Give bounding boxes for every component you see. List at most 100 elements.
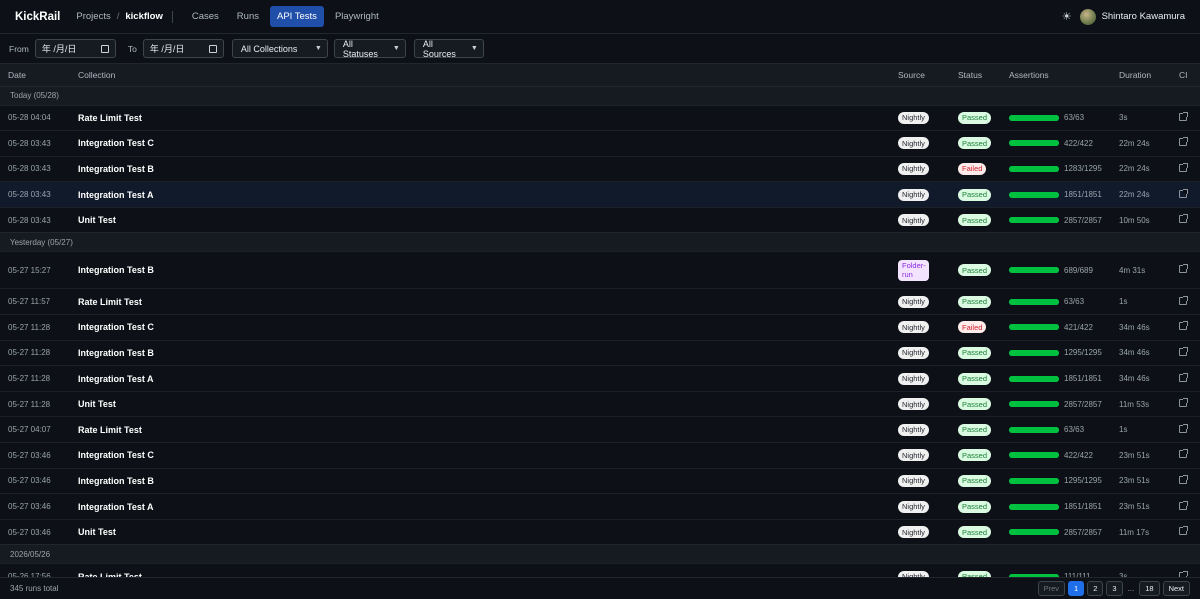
external-link-icon[interactable] <box>1179 474 1188 484</box>
external-link-icon[interactable] <box>1179 449 1188 459</box>
table-row[interactable]: 05-27 03:46 Integration Test B Nightly Pass… <box>0 467 1200 494</box>
assertions-progress-bar <box>1009 529 1059 536</box>
table-row[interactable]: 05-27 04:07 Rate Limit Test Nightly Passed 6… <box>0 416 1200 443</box>
avatar[interactable] <box>1079 8 1096 25</box>
external-link-icon[interactable] <box>1179 137 1188 147</box>
page-button-2[interactable]: 2 <box>1087 581 1104 596</box>
table-row[interactable]: 05-27 11:28 Integration Test C Nightly Fail… <box>0 314 1200 341</box>
table-row[interactable]: 05-28 03:43 Integration Test C Nightly Pass… <box>0 130 1200 157</box>
table-row[interactable]: 05-27 11:28 Integration Test A Nightly Pass… <box>0 365 1200 392</box>
external-link-icon[interactable] <box>1179 295 1188 305</box>
run-collection[interactable]: Rate Limit Test <box>70 288 890 315</box>
run-collection[interactable]: Integration Test B <box>70 339 890 366</box>
run-collection[interactable]: Rate Limit Test <box>70 563 890 577</box>
run-collection[interactable]: Integration Test C <box>70 314 890 341</box>
theme-toggle-icon[interactable]: ☀ <box>1062 10 1072 23</box>
table-row[interactable]: 05-27 03:46 Integration Test A Nightly Pass… <box>0 493 1200 520</box>
col-collection[interactable]: Collection <box>70 64 890 86</box>
run-collection[interactable]: Integration Test B <box>70 467 890 494</box>
run-collection[interactable]: Rate Limit Test <box>70 416 890 443</box>
table-row[interactable]: 05-27 03:46 Integration Test C Nightly Pass… <box>0 442 1200 469</box>
col-date[interactable]: Date <box>0 64 70 86</box>
table-row[interactable]: 05-28 03:43 Unit Test Nightly Passed 2857/28… <box>0 206 1200 233</box>
table-row[interactable]: 05-28 03:43 Integration Test A Nightly Pass… <box>0 181 1200 208</box>
external-link-icon[interactable] <box>1179 214 1188 224</box>
run-collection[interactable]: Integration Test A <box>70 365 890 392</box>
ci-cell <box>1171 314 1200 341</box>
ci-cell <box>1171 288 1200 315</box>
external-link-icon[interactable] <box>1179 321 1188 331</box>
external-link-icon[interactable] <box>1179 500 1188 510</box>
nav-runs[interactable]: Runs <box>230 6 266 27</box>
page-button-last[interactable]: 18 <box>1139 581 1160 596</box>
source-cell: Nightly <box>890 339 950 366</box>
table-row[interactable]: 05-28 04:04 Rate Limit Test Nightly Passed 6… <box>0 104 1200 131</box>
assertions-cell: 1283/1295 <box>1001 155 1111 182</box>
external-link-icon[interactable] <box>1179 111 1188 121</box>
external-link-icon[interactable] <box>1179 264 1188 274</box>
table-row[interactable]: 05-27 11:28 Integration Test B Nightly Pass… <box>0 339 1200 366</box>
page-button-3[interactable]: 3 <box>1106 581 1123 596</box>
run-duration: 23m 51s <box>1111 442 1171 469</box>
sources-select[interactable]: All Sources ▼ <box>413 39 484 59</box>
table-row[interactable]: 05-28 03:43 Integration Test B Nightly Fail… <box>0 155 1200 182</box>
nav-playwright[interactable]: Playwright <box>328 6 386 27</box>
statuses-select[interactable]: All Statuses ▼ <box>333 39 406 59</box>
to-date-input[interactable]: 年 /月/日 <box>142 39 224 58</box>
page-button-1[interactable]: 1 <box>1068 581 1085 596</box>
run-collection[interactable]: Rate Limit Test <box>70 104 890 131</box>
ci-cell <box>1171 390 1200 417</box>
calendar-icon[interactable] <box>100 44 109 53</box>
table-row[interactable]: 05-27 11:57 Rate Limit Test Nightly Passed 6… <box>0 288 1200 315</box>
source-cell: Nightly <box>890 104 950 131</box>
assertions-progress-fill <box>1009 401 1059 408</box>
assertions-progress-fill <box>1009 426 1059 433</box>
nav-cases[interactable]: Cases <box>185 6 226 27</box>
col-assertions[interactable]: Assertions <box>1001 64 1111 86</box>
run-collection[interactable]: Unit Test <box>70 206 890 233</box>
external-link-icon[interactable] <box>1179 162 1188 172</box>
calendar-icon[interactable] <box>208 44 217 53</box>
col-status[interactable]: Status <box>950 64 1001 86</box>
external-link-icon[interactable] <box>1179 526 1188 536</box>
table-row[interactable]: 05-27 03:46 Unit Test Nightly Passed 2857/28… <box>0 518 1200 545</box>
user-menu[interactable]: ☀ Shintaro Kawamura <box>1062 8 1185 25</box>
external-link-icon[interactable] <box>1179 372 1188 382</box>
nav-api-tests[interactable]: API Tests <box>269 6 324 27</box>
external-link-icon[interactable] <box>1179 423 1188 433</box>
prev-page-button[interactable]: Prev <box>1037 581 1066 596</box>
status-badge: Passed <box>958 188 992 201</box>
date-group-label: 2026/05/26 <box>0 544 1200 564</box>
run-collection[interactable]: Integration Test B <box>70 155 890 182</box>
run-collection[interactable]: Integration Test C <box>70 130 890 157</box>
table-row[interactable]: 05-27 15:27 Integration Test B Folder-run P… <box>0 251 1200 289</box>
from-date-input[interactable]: 年 /月/日 <box>34 39 116 58</box>
run-collection[interactable]: Unit Test <box>70 390 890 417</box>
external-link-icon[interactable] <box>1179 188 1188 198</box>
table-row[interactable]: 05-27 11:28 Unit Test Nightly Passed 2857/28… <box>0 390 1200 417</box>
run-collection[interactable]: Integration Test A <box>70 493 890 520</box>
col-duration[interactable]: Duration <box>1111 64 1171 86</box>
ci-cell <box>1171 416 1200 443</box>
run-collection[interactable]: Integration Test B <box>70 251 890 289</box>
collections-select[interactable]: All Collections ▼ <box>231 39 328 58</box>
breadcrumb-project[interactable]: kickflow <box>125 11 163 22</box>
brand-logo[interactable]: KickRail <box>15 11 60 23</box>
user-name[interactable]: Shintaro Kawamura <box>1102 11 1185 22</box>
external-link-icon[interactable] <box>1179 398 1188 408</box>
assertions-count: 1295/1295 <box>1064 348 1102 358</box>
table-row[interactable]: 05-26 17:56 Rate Limit Test Nightly Passed 1… <box>0 563 1200 577</box>
status-cell: Failed <box>950 155 1001 182</box>
run-date: 05-27 11:28 <box>0 314 70 341</box>
assertions-progress-fill <box>1009 503 1059 510</box>
col-source[interactable]: Source <box>890 64 950 86</box>
run-collection[interactable]: Integration Test A <box>70 181 890 208</box>
external-link-icon[interactable] <box>1179 346 1188 356</box>
next-page-button[interactable]: Next <box>1162 581 1190 596</box>
breadcrumb-projects[interactable]: Projects <box>76 11 110 22</box>
runs-table-container[interactable]: Date Collection Source Status Assertions… <box>0 64 1200 577</box>
source-badge: Nightly <box>898 398 929 411</box>
run-collection[interactable]: Unit Test <box>70 518 890 545</box>
assertions-count: 689/689 <box>1064 265 1093 275</box>
run-collection[interactable]: Integration Test C <box>70 442 890 469</box>
